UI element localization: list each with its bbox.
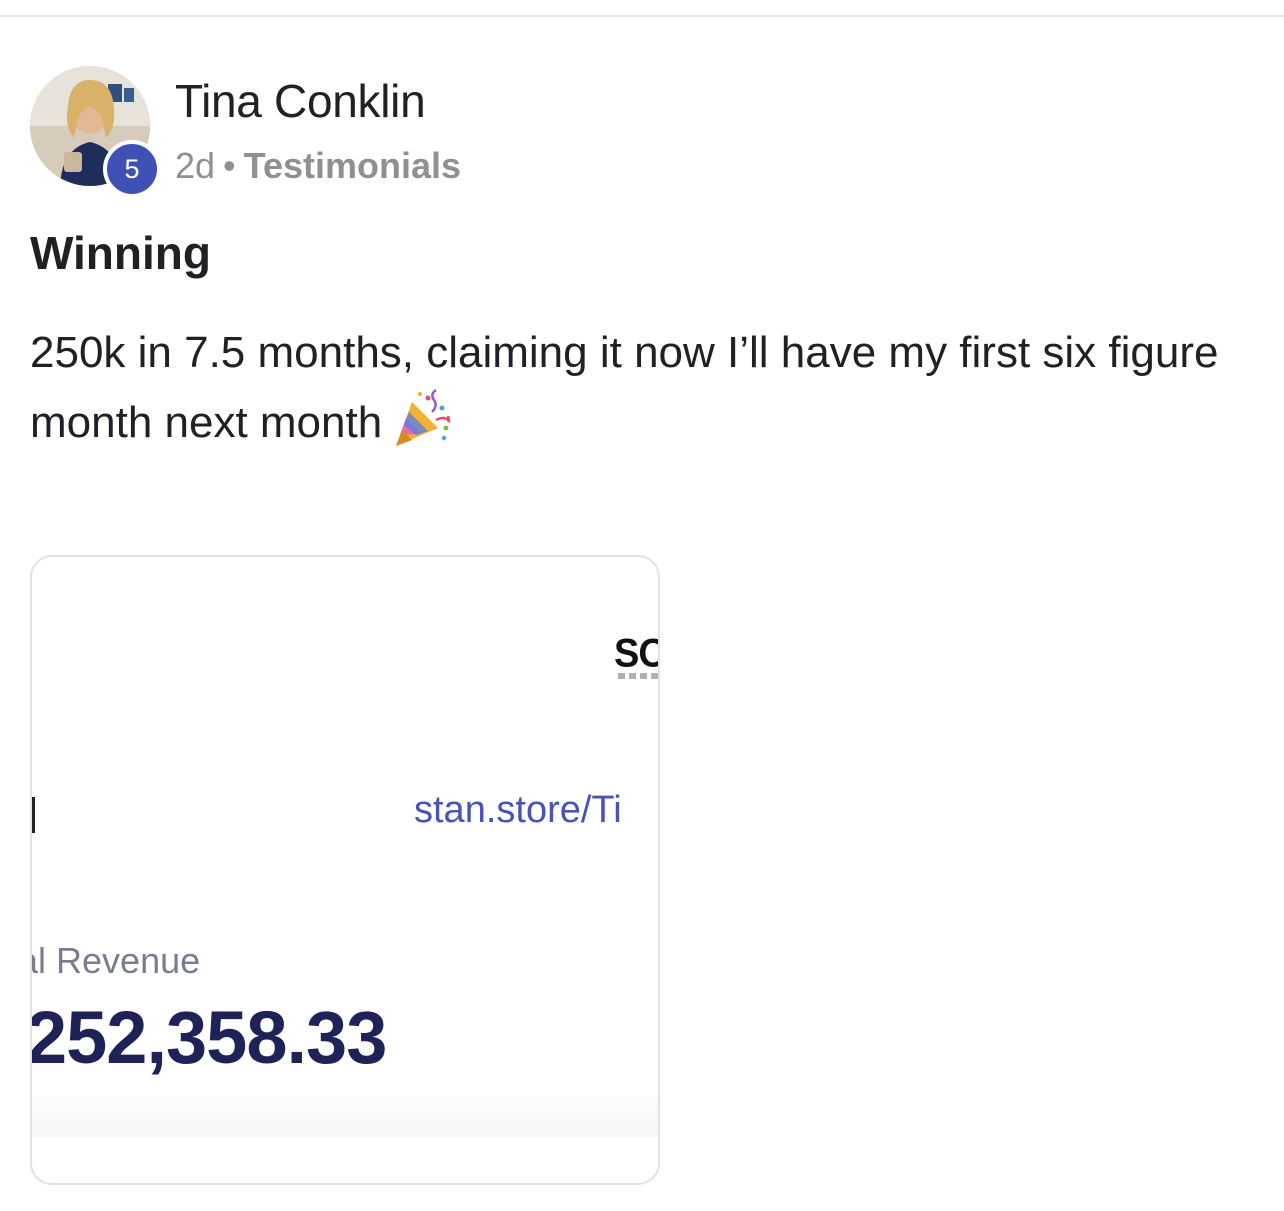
attachment-revenue-label: al Revenue [30,940,201,981]
author-avatar-wrap[interactable]: 5 [30,66,161,198]
post-body: 250k in 7.5 months, claiming it now I’ll… [30,318,1250,458]
attachment-edge-bar [32,797,35,833]
post-meta: 2d • Testimonials [175,145,461,187]
level-badge: 5 [103,140,161,198]
post-category-link[interactable]: Testimonials [244,145,461,186]
post-image-attachment[interactable]: SO stan.store/Ti al Revenue 252,358.33 [30,555,660,1185]
post-title: Winning [30,227,211,279]
attachment-logo-dots [618,673,658,679]
attachment-store-link: stan.store/Ti [414,789,622,831]
attachment-revenue-amount: 252,358.33 [30,996,387,1079]
meta-separator: • [223,145,236,186]
author-name[interactable]: Tina Conklin [175,74,426,128]
attachment-bottom-fade [32,1097,658,1137]
post-time: 2d [175,145,216,186]
party-popper-icon [390,388,452,450]
post-body-text: 250k in 7.5 months, claiming it now I’ll… [30,328,1219,447]
post-card: 5 Tina Conklin 2d • Testimonials Winning 2… [0,0,1284,1211]
attachment-logo-text: SO [614,631,658,677]
